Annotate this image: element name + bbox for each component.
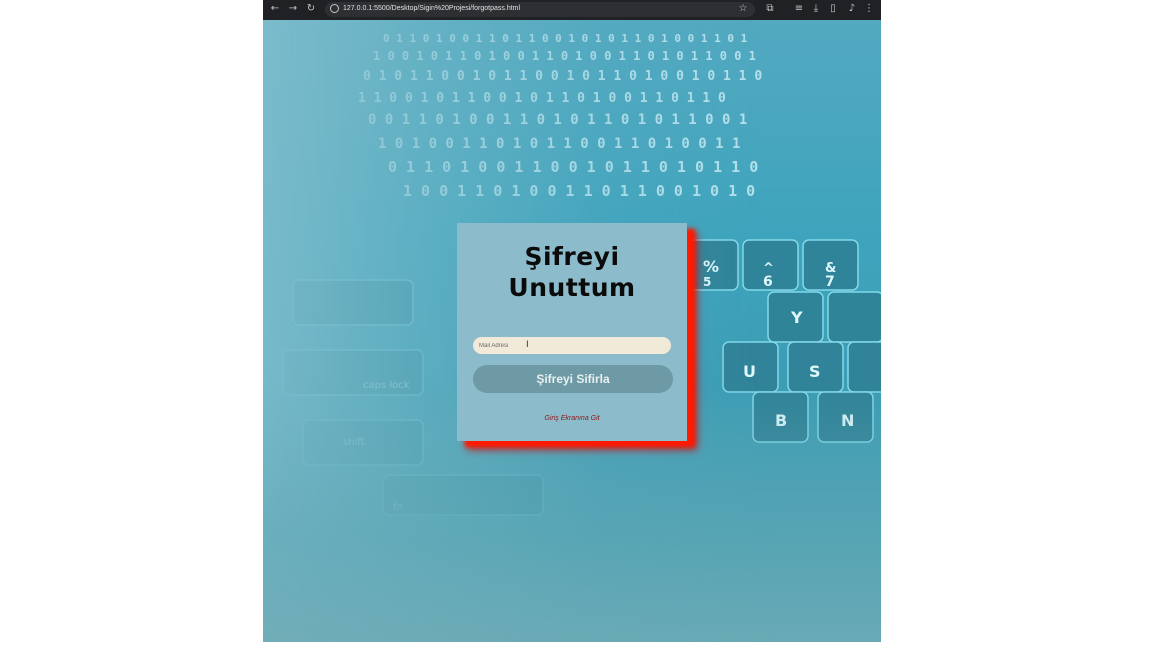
profile-icon[interactable]: ♪ [846, 3, 858, 15]
address-bar[interactable]: 127.0.0.1:5500/Desktop/Sigin%20Projesi/f… [325, 2, 755, 17]
side-panel-icon[interactable]: ▯ [827, 3, 839, 15]
page-title: Şifreyi Unuttum [508, 242, 636, 302]
star-icon[interactable]: ☆ [737, 3, 749, 15]
browser-toolbar: ← → ↻ 127.0.0.1:5500/Desktop/Sigin%20Pro… [263, 0, 881, 20]
puzzle-icon[interactable]: ⧉ [764, 3, 776, 15]
site-info-icon[interactable] [330, 4, 339, 13]
reload-icon[interactable]: ↻ [305, 3, 317, 15]
kebab-menu-icon[interactable]: ⋮ [863, 3, 875, 15]
go-to-login-link[interactable]: Giriş Ekranına Git [457, 415, 687, 422]
forgot-password-card: Şifreyi Unuttum I Şifreyi Sifirla Giriş … [457, 223, 687, 441]
download-icon[interactable]: ⤓ [810, 3, 822, 15]
browser-window: ← → ↻ 127.0.0.1:5500/Desktop/Sigin%20Pro… [263, 0, 881, 642]
media-icon[interactable]: ≡ [793, 3, 805, 15]
text-cursor-icon: I [526, 340, 529, 350]
page-viewport: 0 1 1 0 1 0 0 1 1 0 1 1 0 0 1 0 1 0 1 1 … [263, 20, 881, 642]
back-arrow-icon[interactable]: ← [269, 3, 281, 15]
forward-arrow-icon[interactable]: → [287, 3, 299, 15]
url-text: 127.0.0.1:5500/Desktop/Sigin%20Projesi/f… [343, 5, 521, 12]
reset-password-button[interactable]: Şifreyi Sifirla [473, 365, 673, 393]
email-field[interactable] [473, 337, 671, 354]
